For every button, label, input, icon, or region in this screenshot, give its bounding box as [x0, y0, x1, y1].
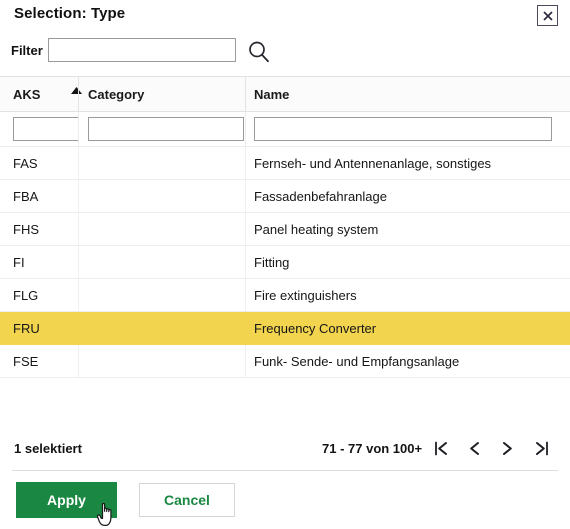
cell-category — [88, 279, 243, 311]
cell-category — [88, 213, 243, 245]
cell-name: Fitting — [254, 254, 290, 270]
column-header-aks-label: AKS — [13, 86, 41, 102]
column-divider — [245, 147, 246, 179]
cell-aks: FHS — [13, 221, 39, 237]
column-filter-row — [0, 112, 570, 147]
table-body: FAS Fernseh- und Antennenanlage, sonstige… — [0, 147, 570, 378]
cell-category — [88, 180, 243, 212]
column-header-aks[interactable]: AKS — [13, 77, 75, 111]
column-filter-aks[interactable] — [13, 117, 79, 141]
first-page-button[interactable] — [430, 437, 452, 459]
column-divider — [245, 246, 246, 278]
column-divider — [245, 312, 246, 344]
cancel-button[interactable]: Cancel — [139, 483, 235, 517]
table-header-row: AKS Category Name — [0, 76, 570, 112]
first-page-icon — [434, 441, 447, 455]
cell-name: Fassadenbefahranlage — [254, 188, 387, 204]
table-row[interactable]: FI Fitting — [0, 246, 570, 279]
table-row[interactable]: FLG Fire extinguishers — [0, 279, 570, 312]
column-divider — [245, 345, 246, 377]
column-header-category-label: Category — [88, 86, 145, 102]
close-icon — [542, 10, 553, 21]
filter-label: Filter — [11, 43, 43, 58]
cell-name: Panel heating system — [254, 221, 379, 237]
cell-aks: FSE — [13, 353, 39, 369]
search-icon — [249, 41, 269, 63]
table-row[interactable]: FSE Funk- Sende- und Empfangsanlage — [0, 345, 570, 378]
cell-name: Fire extinguishers — [254, 287, 357, 303]
selection-dialog: Selection: Type Filter AKS Category Name… — [0, 0, 570, 529]
column-divider — [78, 112, 79, 146]
cell-name: Funk- Sende- und Empfangsanlage — [254, 353, 460, 369]
cell-category — [88, 345, 243, 377]
cell-category — [88, 246, 243, 278]
page-range-label: 71 - 77 von 100+ — [322, 441, 423, 456]
table-row[interactable]: FRU Frequency Converter — [0, 312, 570, 345]
selection-count-label: 1 selektiert — [14, 441, 82, 456]
column-divider — [78, 147, 79, 179]
cell-name: Fernseh- und Antennenanlage, sonstiges — [254, 155, 492, 171]
table-row[interactable]: FBA Fassadenbefahranlage — [0, 180, 570, 213]
column-filter-category[interactable] — [88, 117, 244, 141]
column-header-name-label: Name — [254, 86, 290, 102]
column-divider — [78, 345, 79, 377]
footer-divider — [12, 470, 558, 471]
previous-page-button[interactable] — [463, 437, 485, 459]
column-divider — [78, 312, 79, 344]
cell-aks: FLG — [13, 287, 39, 303]
results-table: AKS Category Name FAS Fernseh- und Antenn… — [0, 76, 570, 378]
dialog-titlebar: Selection: Type — [0, 0, 570, 30]
column-divider — [245, 213, 246, 245]
column-divider — [78, 180, 79, 212]
column-header-category[interactable]: Category — [88, 77, 243, 111]
chevron-right-icon — [502, 441, 512, 455]
cell-aks: FBA — [13, 188, 39, 204]
column-divider — [78, 279, 79, 311]
cell-category — [88, 147, 243, 179]
column-divider — [78, 77, 79, 111]
next-page-button[interactable] — [496, 437, 518, 459]
apply-button[interactable]: Apply — [16, 482, 117, 518]
filter-toolbar: Filter — [0, 36, 570, 101]
column-divider — [245, 180, 246, 212]
column-divider — [78, 246, 79, 278]
cell-category — [88, 312, 243, 344]
close-button[interactable] — [537, 5, 558, 26]
chevron-left-icon — [469, 441, 479, 455]
table-row[interactable]: FHS Panel heating system — [0, 213, 570, 246]
column-divider — [245, 279, 246, 311]
sort-ascending-icon — [71, 87, 82, 94]
cell-aks: FAS — [13, 155, 38, 171]
last-page-icon — [535, 441, 548, 455]
table-row[interactable]: FAS Fernseh- und Antennenanlage, sonstige… — [0, 147, 570, 180]
column-divider — [245, 77, 246, 111]
cell-aks: FRU — [13, 320, 40, 336]
column-divider — [245, 112, 246, 146]
last-page-button[interactable] — [530, 437, 552, 459]
column-filter-name[interactable] — [254, 117, 552, 141]
filter-input[interactable] — [48, 38, 236, 62]
search-button[interactable] — [245, 38, 273, 66]
cell-name: Frequency Converter — [254, 320, 377, 336]
table-footer: 1 selektiert 71 - 77 von 100+ — [0, 432, 570, 468]
page-title: Selection: Type — [14, 5, 126, 22]
column-divider — [78, 213, 79, 245]
column-header-name[interactable]: Name — [254, 77, 554, 111]
cell-aks: FI — [13, 254, 25, 270]
